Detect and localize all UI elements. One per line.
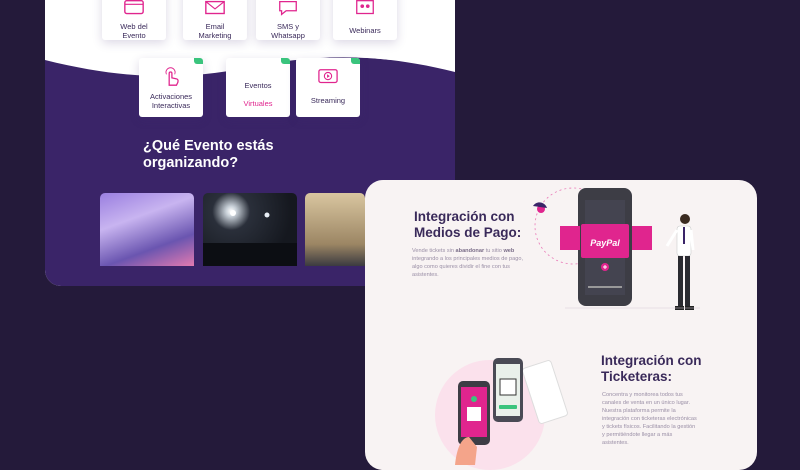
streaming-icon — [318, 69, 338, 84]
tile-activaciones-interactivas[interactable]: Activaciones Interactivas — [139, 58, 203, 117]
paypal-label: PayPal — [590, 238, 620, 248]
tile-sms-whatsapp[interactable]: SMS y Whatsapp — [256, 0, 320, 40]
stage-lights — [203, 210, 297, 266]
new-flag — [194, 58, 203, 64]
chat-icon — [279, 0, 297, 16]
web-icon — [124, 0, 144, 15]
tile-label-highlight: Virtuales — [243, 99, 273, 108]
event-photo[interactable] — [203, 193, 297, 266]
new-flag — [281, 58, 290, 64]
tile-label: Email Marketing — [198, 22, 232, 40]
tile-email-marketing[interactable]: Email Marketing — [183, 0, 247, 40]
tile-label: Streaming — [310, 96, 346, 105]
tile-eventos-virtuales[interactable]: Eventos Virtuales — [226, 58, 290, 117]
email-icon — [205, 0, 225, 15]
webinar-icon — [356, 0, 374, 15]
payment-integration-title: Integración con Medios de Pago: — [414, 209, 522, 240]
payment-integration-text: Vende tickets sin abandonar tu sitio web… — [412, 248, 524, 278]
tile-label: Activaciones Interactivas — [149, 92, 193, 110]
tile-label: Webinars — [349, 26, 381, 35]
ticketing-integration-title: Integración con Ticketeras: — [601, 353, 702, 384]
tile-webinars[interactable]: Webinars — [333, 0, 397, 40]
new-flag — [351, 58, 360, 64]
payment-illustration: PayPal — [533, 187, 700, 310]
tile-label: Web del Evento — [120, 22, 148, 40]
tile-web-del-evento[interactable]: Web del Evento — [102, 0, 166, 40]
tile-label: SMS y Whatsapp — [271, 22, 305, 40]
tile-streaming[interactable]: Streaming — [296, 58, 360, 117]
event-photo[interactable] — [100, 193, 194, 266]
ticketing-illustration — [435, 358, 568, 470]
integrations-card: Integración con Medios de Pago: Vende ti… — [365, 180, 757, 470]
tile-label: Eventos — [244, 81, 272, 90]
event-photo[interactable] — [305, 193, 365, 266]
tile-label-group: Eventos Virtuales — [243, 72, 272, 117]
question-title: ¿Qué Evento estás organizando? — [143, 138, 274, 171]
ticketing-integration-text: Concentra y monitorea todos tus canales … — [602, 392, 697, 446]
touch-icon — [165, 67, 179, 86]
